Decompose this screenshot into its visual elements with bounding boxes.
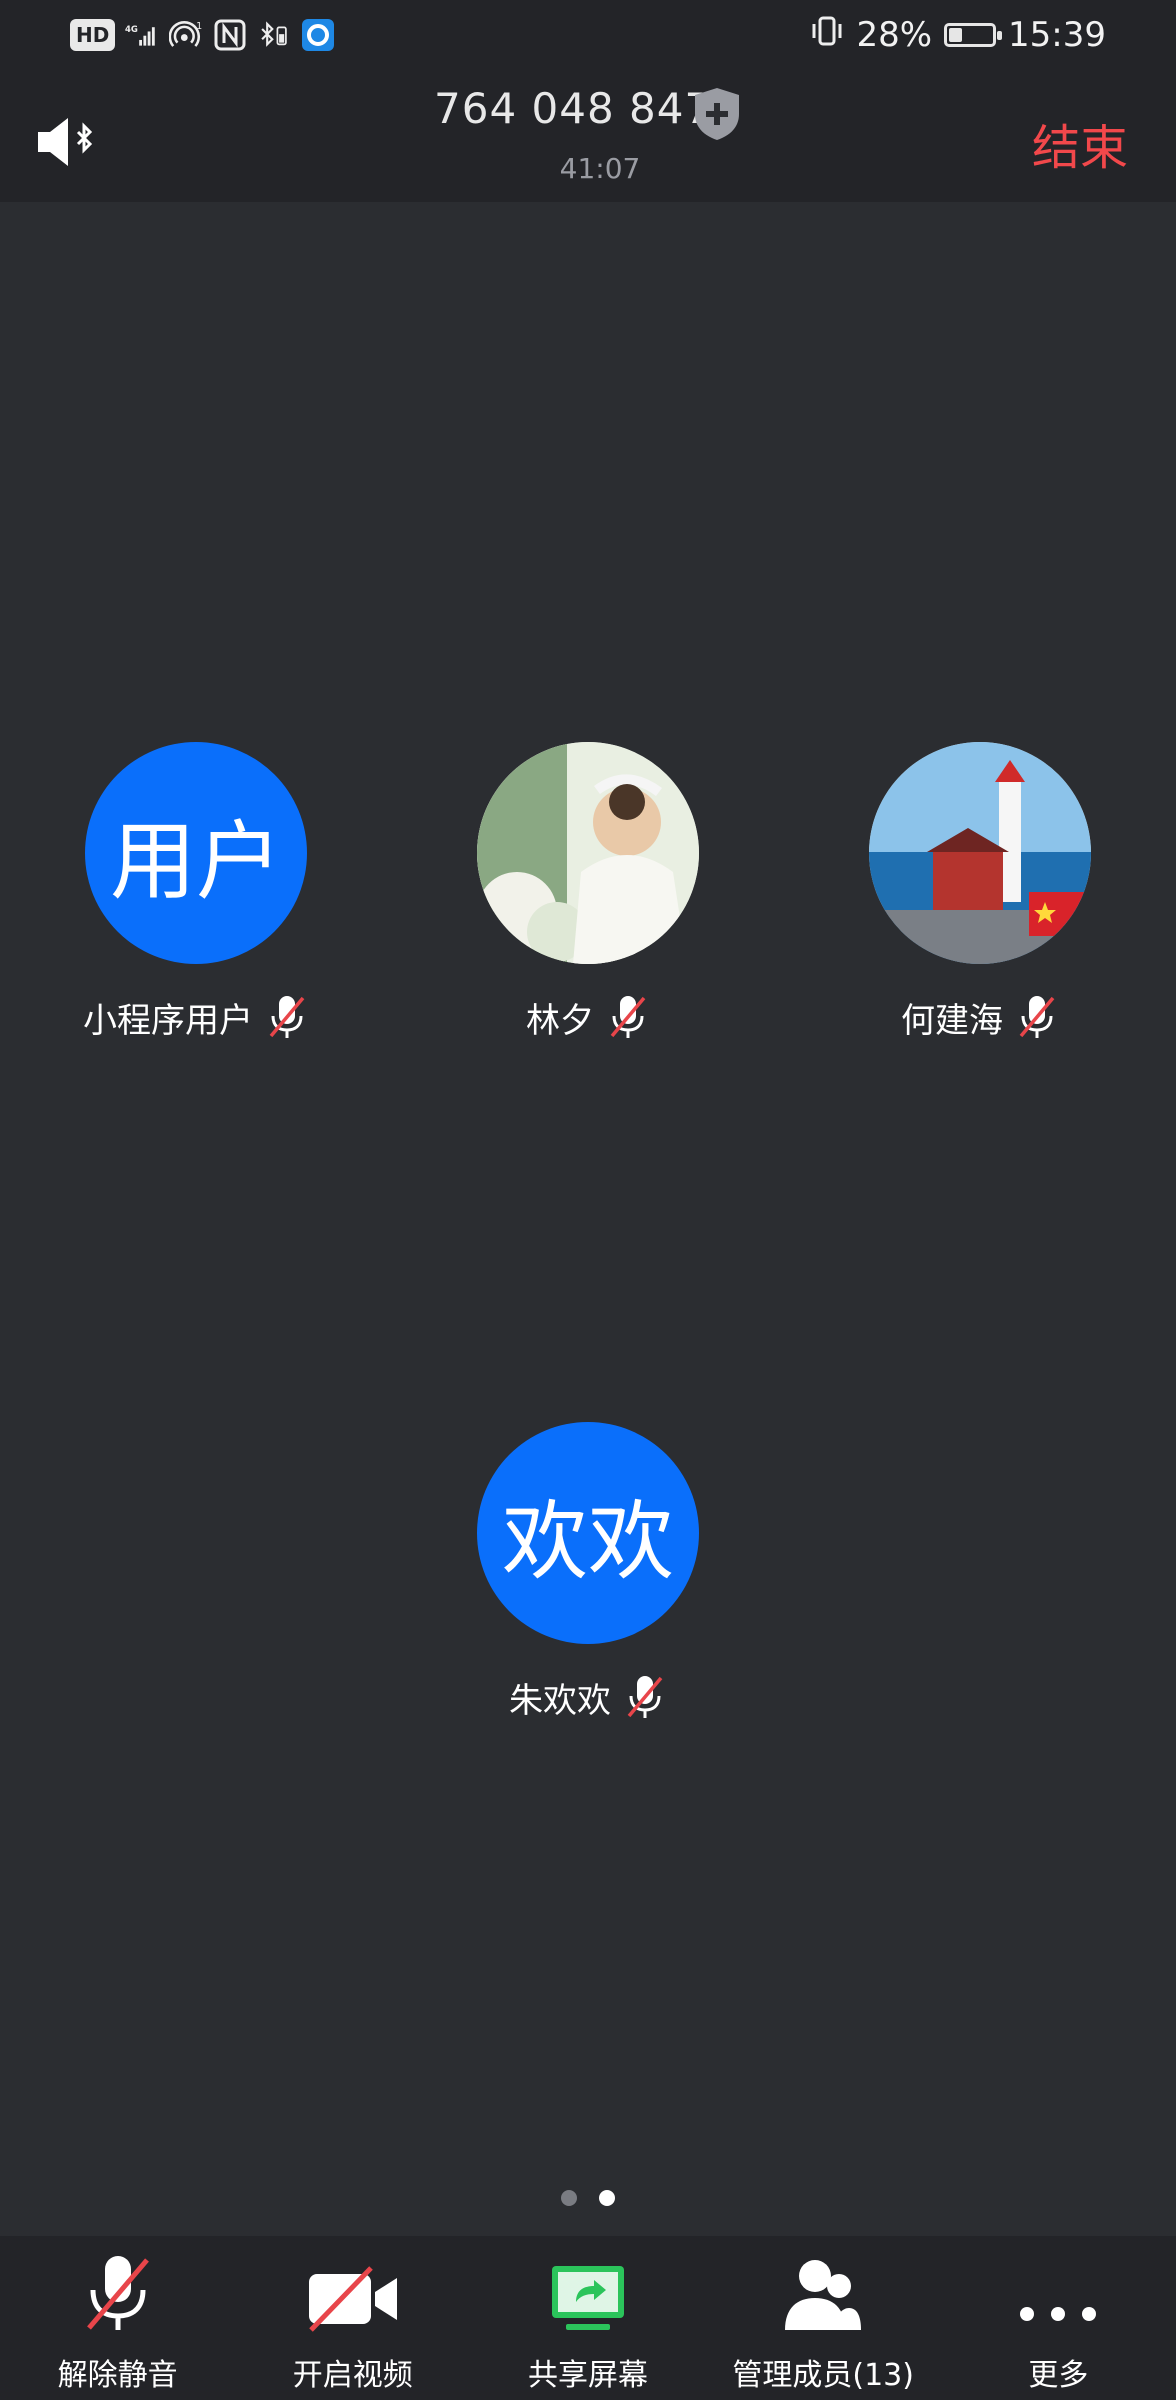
meeting-id[interactable]: 764 048 847 bbox=[434, 84, 712, 133]
more-dots-icon bbox=[998, 2250, 1118, 2334]
start-video-button[interactable]: 开启视频 bbox=[235, 2236, 470, 2400]
manage-members-button[interactable]: 管理成员(13) bbox=[706, 2236, 941, 2400]
avatar bbox=[477, 742, 699, 964]
members-label: 管理成员(13) bbox=[732, 2358, 914, 2393]
avatar bbox=[869, 742, 1091, 964]
page-dot[interactable] bbox=[561, 2190, 577, 2206]
participant-tile[interactable]: 何建海 bbox=[830, 742, 1130, 1042]
meeting-toolbar: 解除静音 开启视频 共享屏幕 管理成员(13) 更多 bbox=[0, 2236, 1176, 2400]
avatar: 用户 bbox=[85, 742, 307, 964]
mic-muted-icon bbox=[58, 2250, 178, 2334]
share-label: 共享屏幕 bbox=[527, 2358, 648, 2393]
status-bar: HD 4G 1 28% 15:39 bbox=[0, 0, 1176, 70]
participant-label: 何建海 bbox=[830, 992, 1130, 1042]
signal-icon: 4G bbox=[125, 18, 159, 52]
participant-name: 小程序用户 bbox=[83, 1000, 253, 1041]
security-shield-icon[interactable] bbox=[692, 86, 742, 142]
page-indicator bbox=[0, 2190, 1176, 2206]
unmute-label: 解除静音 bbox=[57, 2358, 178, 2393]
app-notification-icon bbox=[301, 18, 335, 52]
members-icon bbox=[763, 2250, 883, 2334]
mic-muted-icon bbox=[1015, 992, 1059, 1042]
end-meeting-button[interactable]: 结束 bbox=[1032, 108, 1128, 178]
status-left-icons: HD 4G 1 bbox=[70, 14, 335, 56]
lighthouse-photo-avatar bbox=[869, 742, 1091, 964]
page-dot-active[interactable] bbox=[599, 2190, 615, 2206]
share-screen-icon bbox=[528, 2250, 648, 2334]
participant-label: 朱欢欢 bbox=[438, 1672, 738, 1722]
hotspot-icon: 1 bbox=[169, 18, 203, 52]
share-screen-button[interactable]: 共享屏幕 bbox=[470, 2236, 705, 2400]
unmute-button[interactable]: 解除静音 bbox=[0, 2236, 235, 2400]
participant-tile[interactable]: 林夕 bbox=[438, 742, 738, 1042]
status-right: 28% 15:39 bbox=[810, 10, 1106, 60]
video-off-icon bbox=[293, 2250, 413, 2334]
nfc-icon bbox=[213, 18, 247, 52]
participant-tile[interactable]: 欢欢 朱欢欢 bbox=[438, 1422, 738, 1722]
battery-level bbox=[949, 28, 962, 42]
mic-muted-icon bbox=[623, 1672, 667, 1722]
participant-label: 林夕 bbox=[438, 992, 738, 1042]
battery-icon bbox=[944, 23, 1003, 47]
more-button[interactable]: 更多 bbox=[941, 2236, 1176, 2400]
mic-muted-icon bbox=[265, 992, 309, 1042]
participant-name: 林夕 bbox=[526, 1000, 594, 1041]
battery-percent: 28% bbox=[856, 15, 933, 55]
video-label: 开启视频 bbox=[292, 2358, 413, 2393]
vibrate-icon bbox=[810, 14, 844, 57]
clock: 15:39 bbox=[1008, 15, 1106, 55]
participant-label: 小程序用户 bbox=[46, 992, 346, 1042]
participant-name: 朱欢欢 bbox=[509, 1680, 611, 1721]
participant-name: 何建海 bbox=[901, 1000, 1003, 1041]
more-label: 更多 bbox=[1028, 2358, 1089, 2393]
hd-badge: HD bbox=[70, 19, 116, 51]
child-photo-avatar bbox=[477, 742, 699, 964]
avatar: 欢欢 bbox=[477, 1422, 699, 1644]
meeting-header: 764 048 847 41:07 结束 bbox=[0, 70, 1176, 202]
mic-muted-icon bbox=[606, 992, 650, 1042]
svg-text:1: 1 bbox=[197, 21, 203, 32]
bluetooth-battery-icon bbox=[257, 18, 291, 52]
meeting-duration: 41:07 bbox=[559, 152, 641, 185]
svg-text:4G: 4G bbox=[125, 25, 138, 35]
participant-tile[interactable]: 用户 小程序用户 bbox=[46, 742, 346, 1042]
